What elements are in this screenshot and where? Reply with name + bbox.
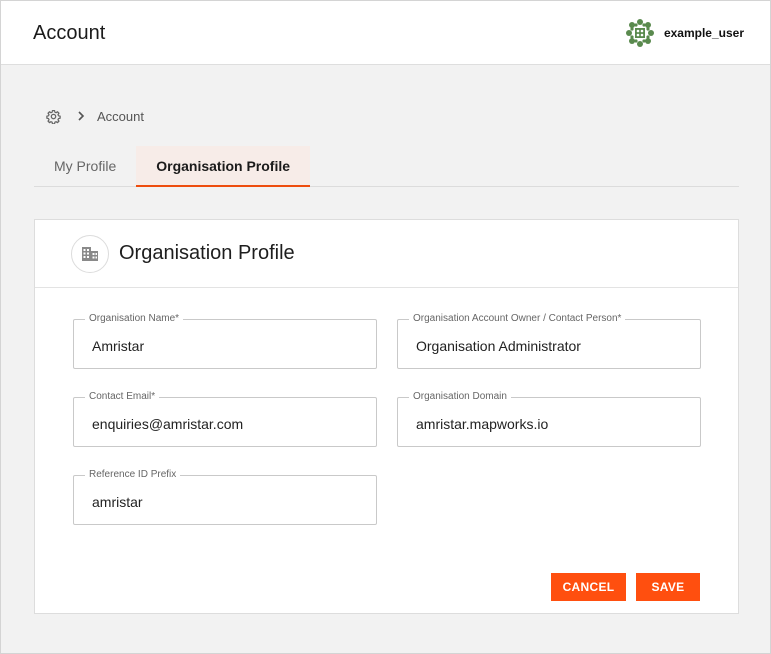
chevron-right-icon — [78, 111, 85, 121]
page-title: Account — [33, 22, 106, 44]
contact-email-input[interactable] — [74, 398, 376, 446]
reference-id-prefix-field: Reference ID Prefix — [73, 469, 377, 525]
save-button[interactable]: SAVE — [636, 573, 700, 601]
user-menu[interactable]: example_user — [624, 17, 744, 49]
organisation-domain-field: Organisation Domain — [397, 391, 701, 447]
organisation-profile-card: Organisation Profile Organisation Name* … — [34, 219, 739, 614]
gear-icon[interactable] — [46, 109, 61, 124]
avatar[interactable] — [624, 17, 656, 49]
building-icon — [82, 246, 98, 261]
tab-my-profile[interactable]: My Profile — [34, 146, 136, 186]
reference-id-prefix-input[interactable] — [74, 476, 376, 524]
card-header: Organisation Profile — [35, 220, 738, 288]
cancel-button[interactable]: CANCEL — [551, 573, 626, 601]
organisation-domain-input[interactable] — [398, 398, 700, 446]
contact-email-field: Contact Email* — [73, 391, 377, 447]
username[interactable]: example_user — [664, 26, 744, 40]
account-owner-input[interactable] — [398, 320, 700, 368]
card-title: Organisation Profile — [119, 242, 295, 264]
card-icon-badge — [71, 234, 109, 273]
breadcrumb-current: Account — [97, 108, 144, 124]
organisation-name-input[interactable] — [74, 320, 376, 368]
organisation-name-field: Organisation Name* — [73, 313, 377, 369]
top-bar: Account example_user — [1, 1, 770, 65]
account-owner-field: Organisation Account Owner / Contact Per… — [397, 313, 701, 369]
breadcrumb: Account — [46, 107, 144, 125]
app-window: Account example_user Account My Profile … — [0, 0, 771, 654]
tab-organisation-profile[interactable]: Organisation Profile — [136, 146, 311, 187]
tab-bar: My Profile Organisation Profile — [34, 146, 739, 187]
